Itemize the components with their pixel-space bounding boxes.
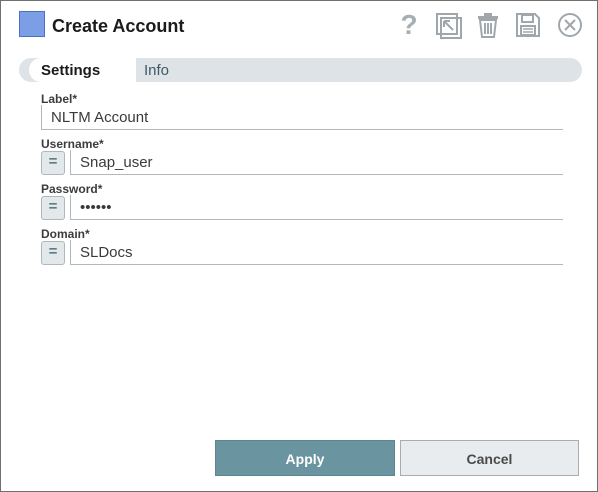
tab-info[interactable]: Info — [144, 58, 169, 82]
svg-text:?: ? — [400, 10, 417, 40]
domain-expression-button[interactable]: = — [41, 241, 65, 265]
label-input[interactable]: NLTM Account — [41, 105, 563, 130]
delete-icon[interactable] — [473, 10, 503, 40]
help-icon[interactable]: ? — [394, 10, 424, 40]
username-expression-button[interactable]: = — [41, 151, 65, 175]
create-account-dialog: Create Account ? Settings Info Label* NL… — [0, 0, 598, 492]
password-input[interactable]: •••••• — [70, 195, 563, 220]
password-expression-button[interactable]: = — [41, 196, 65, 220]
username-input[interactable]: Snap_user — [70, 150, 563, 175]
dialog-header: Create Account ? — [1, 1, 597, 51]
close-icon[interactable] — [555, 10, 585, 40]
tab-settings[interactable]: Settings — [29, 58, 136, 82]
password-field-label: Password* — [41, 182, 103, 196]
cancel-button[interactable]: Cancel — [400, 440, 579, 476]
domain-input[interactable]: SLDocs — [70, 240, 563, 265]
label-field-label: Label* — [41, 92, 78, 106]
save-icon[interactable] — [513, 10, 543, 40]
tab-bar: Settings Info — [19, 58, 582, 82]
domain-field-label: Domain* — [41, 227, 90, 241]
apply-button[interactable]: Apply — [215, 440, 395, 476]
username-field-label: Username* — [41, 137, 104, 151]
account-type-icon — [19, 11, 45, 37]
export-icon[interactable] — [433, 10, 463, 40]
dialog-title: Create Account — [52, 16, 185, 36]
